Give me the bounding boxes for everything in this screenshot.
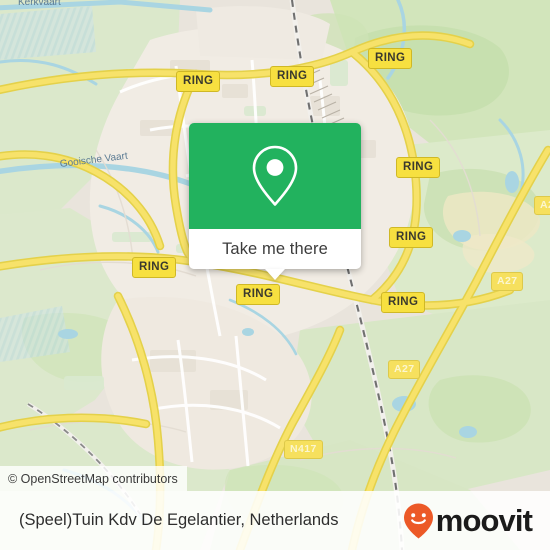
road-shield[interactable]: A2: [534, 196, 550, 215]
road-shield[interactable]: A27: [491, 272, 524, 291]
road-shield[interactable]: N417: [284, 440, 323, 459]
osm-attribution[interactable]: © OpenStreetMap contributors: [0, 466, 187, 491]
road-shield[interactable]: RING: [132, 257, 177, 278]
moovit-smiley-pin-icon: [403, 503, 433, 538]
road-shield[interactable]: RING: [236, 284, 281, 305]
map-screenshot-root: RING RING RING RING RING RING RING RING …: [0, 0, 550, 550]
road-shield[interactable]: RING: [396, 157, 441, 178]
road-shield[interactable]: RING: [368, 48, 413, 69]
moovit-logo[interactable]: moovit: [402, 502, 533, 540]
popup-cta-area[interactable]: Take me there: [189, 229, 361, 280]
moovit-wordmark: moovit: [435, 503, 533, 538]
water-label-kerkvaart: Kerkvaart: [18, 0, 61, 8]
take-me-there-label: Take me there: [222, 239, 328, 258]
road-shield[interactable]: RING: [176, 71, 221, 92]
road-shield[interactable]: RING: [389, 227, 434, 248]
footer-bar: (Speel)Tuin Kdv De Egelantier, Netherlan…: [0, 491, 550, 550]
road-shield[interactable]: RING: [270, 66, 315, 87]
road-shield[interactable]: A27: [388, 360, 421, 379]
popup-pin-area: [189, 123, 361, 229]
osm-attribution-label: © OpenStreetMap contributors: [8, 471, 178, 486]
take-me-there-popup[interactable]: Take me there: [189, 123, 361, 280]
road-shield[interactable]: RING: [381, 292, 426, 313]
popup-tail: [265, 269, 285, 280]
place-title: (Speel)Tuin Kdv De Egelantier, Netherlan…: [19, 511, 339, 529]
map-pin-icon: [252, 145, 298, 206]
